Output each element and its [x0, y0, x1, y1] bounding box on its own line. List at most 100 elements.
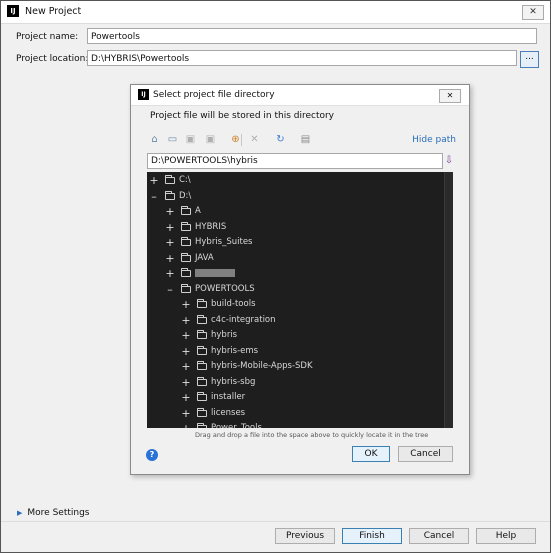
expand-icon[interactable]: +: [165, 266, 175, 281]
tree-item-label: hybris-Mobile-Apps-SDK: [211, 361, 313, 371]
tree-row[interactable]: + hybris-Mobile-Apps-SDK: [147, 359, 445, 374]
folder-icon: [197, 376, 207, 386]
expand-icon[interactable]: +: [181, 421, 191, 428]
tree-item-label: Hybris_Suites: [195, 237, 253, 247]
tree-row[interactable]: + hybris-ems: [147, 344, 445, 359]
expand-icon[interactable]: +: [181, 406, 191, 421]
expand-icon[interactable]: +: [165, 220, 175, 235]
tree-item-label: hybris: [211, 330, 238, 340]
tree-row[interactable]: + JAVA: [147, 251, 445, 266]
tree-row[interactable]: +: [147, 266, 445, 281]
tree-item-label: hybris-ems: [211, 345, 259, 356]
ok-button[interactable]: OK: [352, 446, 390, 462]
finish-button[interactable]: Finish: [342, 528, 402, 544]
dialog-title: Select project file directory: [153, 90, 275, 100]
path-history-icon[interactable]: ⇩: [443, 154, 455, 168]
folder-icon: [197, 392, 207, 401]
folder-icon: [197, 423, 207, 428]
tree-row[interactable]: + c4c-integration: [147, 313, 445, 328]
tree-row[interactable]: – POWERTOOLS: [147, 282, 445, 297]
expand-icon[interactable]: +: [181, 390, 191, 405]
module-icon[interactable]: ▣: [204, 133, 217, 146]
collapse-icon[interactable]: –: [149, 189, 159, 204]
dialog-app-icon: IJ: [138, 89, 149, 100]
hide-path-link[interactable]: Hide path: [412, 135, 456, 145]
browse-location-button[interactable]: ...: [520, 51, 539, 68]
project-location-input[interactable]: D:\HYBRIS\Powertools: [87, 50, 517, 66]
select-directory-dialog: IJ Select project file directory ✕ Proje…: [130, 84, 470, 475]
file-chooser-toolbar: ⌂ ▭ ▣ ▣ ⊕ ✕ ↻ ▤: [148, 133, 318, 147]
previous-button[interactable]: Previous: [275, 528, 335, 544]
cancel-button[interactable]: Cancel: [409, 528, 469, 544]
collapse-icon[interactable]: –: [165, 282, 175, 297]
project-location-label: Project location:: [16, 54, 89, 64]
folder-icon: [197, 330, 207, 339]
tree-item-label: build-tools: [211, 299, 256, 309]
folder-icon: [181, 237, 191, 246]
tree-row[interactable]: + installer: [147, 390, 445, 405]
tree-item-label: JAVA: [195, 252, 214, 263]
folder-icon: [197, 345, 207, 355]
tree-row[interactable]: + Hybris_Suites: [147, 235, 445, 250]
expand-arrow-icon: ▶: [17, 509, 23, 517]
delete-icon[interactable]: ✕: [248, 133, 261, 146]
folder-icon: [181, 268, 191, 277]
dialog-close-button[interactable]: ✕: [439, 89, 461, 103]
more-settings-label: More Settings: [27, 508, 90, 518]
intellij-app-icon: IJ: [7, 5, 19, 17]
project-name-input[interactable]: Powertools: [87, 28, 537, 44]
tree-row[interactable]: + HYBRIS: [147, 220, 445, 235]
tree-item-label: [195, 266, 235, 281]
expand-icon[interactable]: +: [165, 251, 175, 266]
tree-item-label: Power_Tools: [211, 423, 262, 428]
tree-row[interactable]: + licenses: [147, 406, 445, 421]
tree-item-label: A: [195, 206, 201, 216]
footer-divider: [1, 521, 550, 522]
directory-tree[interactable]: + C:\ – D:\ + A + HYBRIS + Hybris_Suites + JAVA + – PO…: [147, 172, 453, 428]
expand-icon[interactable]: +: [181, 313, 191, 328]
home-icon[interactable]: ⌂: [148, 133, 161, 146]
tree-item-label: licenses: [211, 407, 246, 418]
folder-icon: [197, 314, 207, 324]
tree-row[interactable]: + C:\: [147, 173, 445, 188]
tree-item-label: C:\: [179, 175, 191, 185]
tree-item-label: installer: [211, 392, 246, 402]
tree-row[interactable]: + hybris-sbg: [147, 375, 445, 390]
new-folder-icon[interactable]: ⊕: [229, 133, 242, 146]
expand-icon[interactable]: +: [181, 328, 191, 343]
dialog-title-bar: IJ Select project file directory ✕: [131, 85, 469, 106]
drag-drop-hint: Drag and drop a file into the space abov…: [195, 431, 429, 439]
tree-row[interactable]: + hybris: [147, 328, 445, 343]
expand-icon[interactable]: +: [181, 297, 191, 312]
tree-row[interactable]: + Power_Tools: [147, 421, 445, 428]
tree-item-label: POWERTOOLS: [195, 283, 255, 294]
project-icon[interactable]: ▣: [184, 133, 197, 146]
expand-icon[interactable]: +: [181, 359, 191, 374]
refresh-icon[interactable]: ↻: [274, 133, 287, 146]
expand-icon[interactable]: +: [149, 173, 159, 188]
tree-row[interactable]: + build-tools: [147, 297, 445, 312]
expand-icon[interactable]: +: [165, 204, 175, 219]
more-settings-toggle[interactable]: ▶ More Settings: [17, 508, 89, 518]
expand-icon[interactable]: +: [181, 344, 191, 359]
expand-icon[interactable]: +: [165, 235, 175, 250]
tree-scrollbar[interactable]: [444, 172, 453, 428]
dialog-description: Project file will be stored in this dire…: [150, 111, 335, 121]
title-bar: IJ New Project ✕: [1, 1, 550, 24]
folder-icon: [181, 252, 191, 262]
desktop-icon[interactable]: ▭: [166, 133, 179, 146]
dialog-cancel-button[interactable]: Cancel: [398, 446, 453, 462]
expand-icon[interactable]: +: [181, 375, 191, 390]
path-input[interactable]: D:\POWERTOOLS\hybris: [147, 153, 443, 169]
folder-icon: [181, 283, 191, 293]
folder-icon: [165, 190, 175, 200]
help-icon[interactable]: ?: [146, 449, 158, 461]
show-hidden-icon[interactable]: ▤: [299, 133, 312, 146]
window-title: New Project: [25, 6, 82, 17]
window-close-button[interactable]: ✕: [522, 5, 544, 20]
tree-row[interactable]: – D:\: [147, 189, 445, 204]
folder-icon: [181, 206, 191, 215]
folder-icon: [197, 407, 207, 417]
tree-row[interactable]: + A: [147, 204, 445, 219]
help-button[interactable]: Help: [476, 528, 536, 544]
